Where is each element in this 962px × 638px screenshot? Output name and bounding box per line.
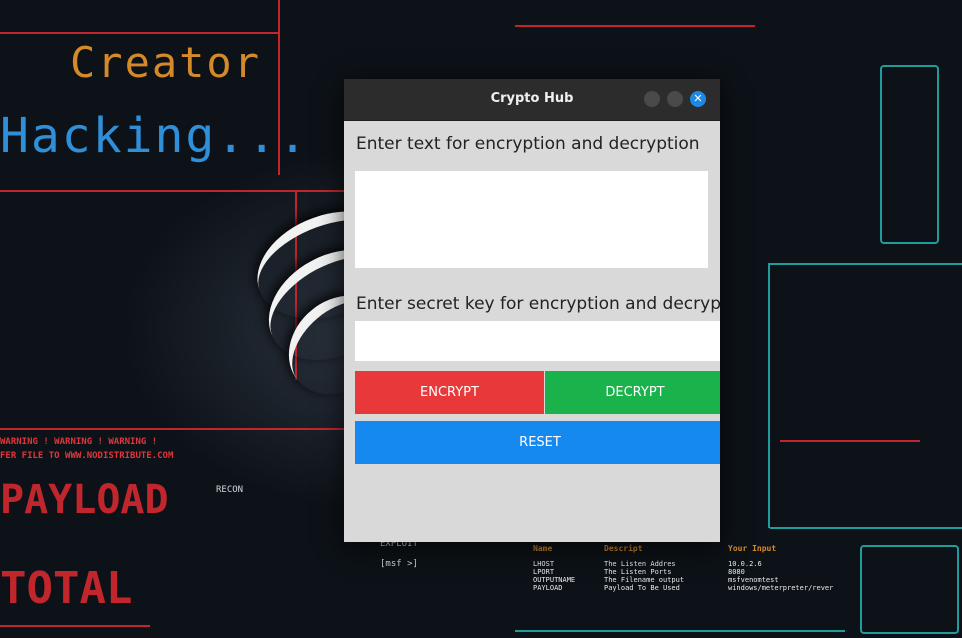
wallpaper-table-cell: Payload To Be Used: [604, 584, 680, 592]
wallpaper-table-descript-header: Descript: [604, 544, 643, 553]
wallpaper-table-name-header: Name: [533, 544, 553, 553]
wallpaper-recon-text: RECON: [216, 485, 244, 495]
decrypt-button[interactable]: DECRYPT: [545, 371, 720, 414]
close-icon: ✕: [693, 92, 703, 105]
wallpaper-red-line: [0, 625, 150, 627]
window-title: Crypto Hub: [490, 91, 574, 106]
wallpaper-payload-big: PAYLOAD: [0, 477, 169, 523]
wallpaper-red-line: [0, 32, 280, 34]
key-field-label: Enter secret key for encryption and decr…: [356, 294, 720, 314]
reset-button[interactable]: RESET: [355, 421, 720, 464]
text-input-area[interactable]: [355, 171, 708, 268]
crypto-hub-window: Crypto Hub ✕ Enter text for encryption a…: [344, 79, 720, 542]
wallpaper-red-line: [0, 428, 345, 430]
wallpaper-warning-text-2: FER FILE TO WWW.NODISTRIBUTE.COM: [0, 451, 174, 461]
wallpaper-table-cell: PAYLOAD: [533, 584, 563, 592]
secret-key-input[interactable]: [355, 321, 720, 361]
wallpaper-teal-box: [860, 545, 959, 634]
wallpaper-creator-text: Creator: [70, 38, 262, 87]
close-button[interactable]: ✕: [690, 91, 706, 107]
encrypt-button[interactable]: ENCRYPT: [355, 371, 544, 414]
wallpaper-red-line: [515, 25, 755, 27]
wallpaper-teal-line: [770, 527, 962, 529]
wallpaper-table-input-header: Your Input: [728, 544, 777, 553]
wallpaper-red-box: [780, 440, 920, 487]
wallpaper-teal-line: [770, 263, 962, 265]
wallpaper-hacking-text: Hacking...: [0, 108, 309, 164]
wallpaper-teal-line: [768, 263, 770, 528]
wallpaper-teal-box: [880, 65, 939, 244]
wallpaper-msf-text: [msf >]: [380, 559, 418, 569]
minimize-button[interactable]: [644, 91, 660, 107]
maximize-button[interactable]: [667, 91, 683, 107]
wallpaper-warning-text: WARNING ! WARNING ! WARNING !: [0, 437, 158, 447]
window-titlebar[interactable]: Crypto Hub ✕: [344, 79, 720, 121]
wallpaper-red-line: [0, 190, 345, 192]
wallpaper-total-big: TOTAL: [0, 563, 133, 614]
text-field-label: Enter text for encryption and decryption: [356, 134, 700, 154]
wallpaper-table-cell: windows/meterpreter/rever: [728, 584, 834, 592]
wallpaper-teal-line: [515, 630, 845, 632]
